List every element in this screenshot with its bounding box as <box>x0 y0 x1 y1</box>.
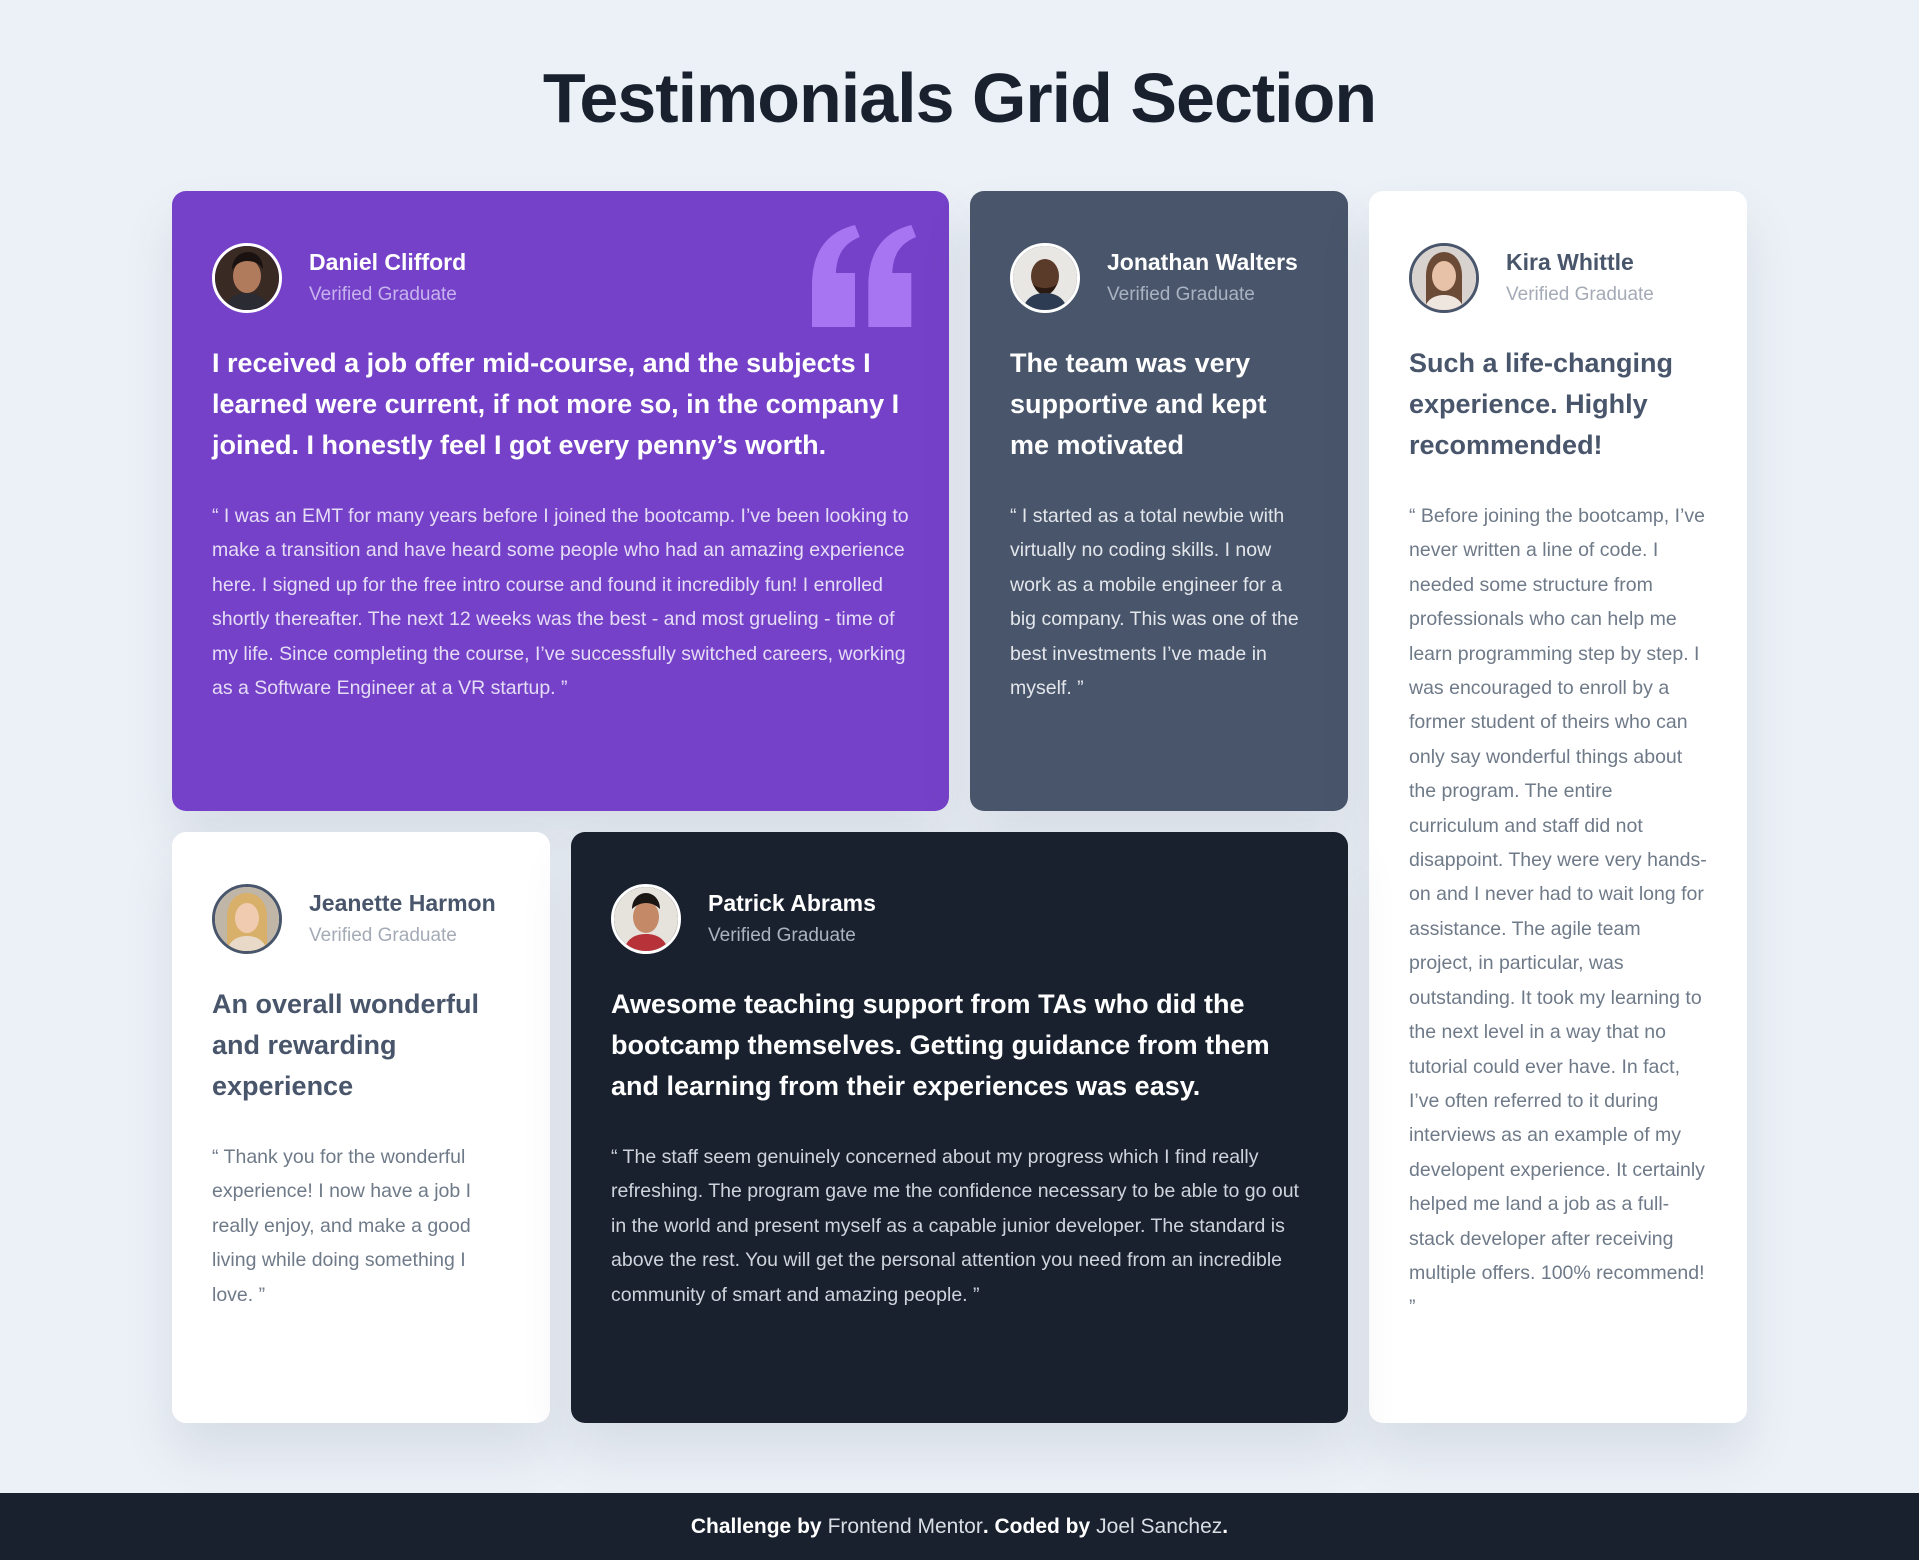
testimonial-body: “ Thank you for the wonderful experience… <box>212 1146 472 1306</box>
card-header: Kira Whittle Verified Graduate <box>1409 243 1707 313</box>
testimonial-card-kira: Kira Whittle Verified Graduate Such a li… <box>1369 191 1747 1423</box>
testimonial-card-jeanette: Jeanette Harmon Verified Graduate An ove… <box>172 832 550 1423</box>
testimonial-card-patrick: Patrick Abrams Verified Graduate Awesome… <box>571 832 1348 1423</box>
author-name: Kira Whittle <box>1506 248 1634 275</box>
author-name: Jonathan Walters <box>1107 248 1298 275</box>
card-header: Patrick Abrams Verified Graduate <box>611 884 1308 954</box>
frontend-mentor-link[interactable]: Frontend Mentor <box>828 1515 983 1539</box>
footer-suffix: . <box>1222 1514 1229 1538</box>
testimonial-card-jonathan: Jonathan Walters Verified Graduate The t… <box>970 191 1348 811</box>
author-role: Verified Graduate <box>1506 283 1654 305</box>
testimonial-body: “ Before joining the bootcamp, I’ve neve… <box>1409 505 1707 1319</box>
author-name: Jeanette Harmon <box>309 889 496 916</box>
avatar <box>1010 243 1080 313</box>
testimonial-headline: I received a job offer mid-course, and t… <box>212 348 900 460</box>
footer-prefix: Challenge by <box>690 1514 822 1538</box>
footer-middle: . Coded by <box>982 1514 1091 1538</box>
author-role: Verified Graduate <box>708 924 856 946</box>
avatar <box>1409 243 1479 313</box>
author-name: Patrick Abrams <box>708 889 876 916</box>
testimonial-headline: An overall wonderful and rewarding exper… <box>212 989 480 1101</box>
author-name: Daniel Clifford <box>309 248 467 275</box>
avatar <box>611 884 681 954</box>
author-role: Verified Graduate <box>309 283 457 305</box>
testimonial-body: “ I started as a total newbie with virtu… <box>1010 505 1299 700</box>
card-header: Jonathan Walters Verified Graduate <box>1010 243 1308 313</box>
card-header: Jeanette Harmon Verified Graduate <box>212 884 510 954</box>
avatar <box>212 243 282 313</box>
testimonial-card-daniel: Daniel Clifford Verified Graduate I rece… <box>172 191 949 811</box>
author-role: Verified Graduate <box>1107 283 1255 305</box>
avatar <box>212 884 282 954</box>
attribution-footer: Challenge by Frontend Mentor . Coded by … <box>0 1493 1919 1560</box>
testimonial-body: “ The staff seem genuinely concerned abo… <box>611 1146 1299 1306</box>
testimonial-headline: The team was very supportive and kept me… <box>1010 348 1267 460</box>
testimonial-headline: Awesome teaching support from TAs who di… <box>611 989 1270 1101</box>
author-link[interactable]: Joel Sanchez <box>1096 1515 1222 1539</box>
testimonial-body: “ I was an EMT for many years before I j… <box>212 505 909 700</box>
author-role: Verified Graduate <box>309 924 457 946</box>
page-title: Testimonials Grid Section <box>542 59 1377 137</box>
page: Testimonials Grid Section Daniel Cliffor… <box>0 0 1919 1560</box>
testimonial-headline: Such a life-changing experience. Highly … <box>1409 348 1674 460</box>
card-header: Daniel Clifford Verified Graduate <box>212 243 909 313</box>
